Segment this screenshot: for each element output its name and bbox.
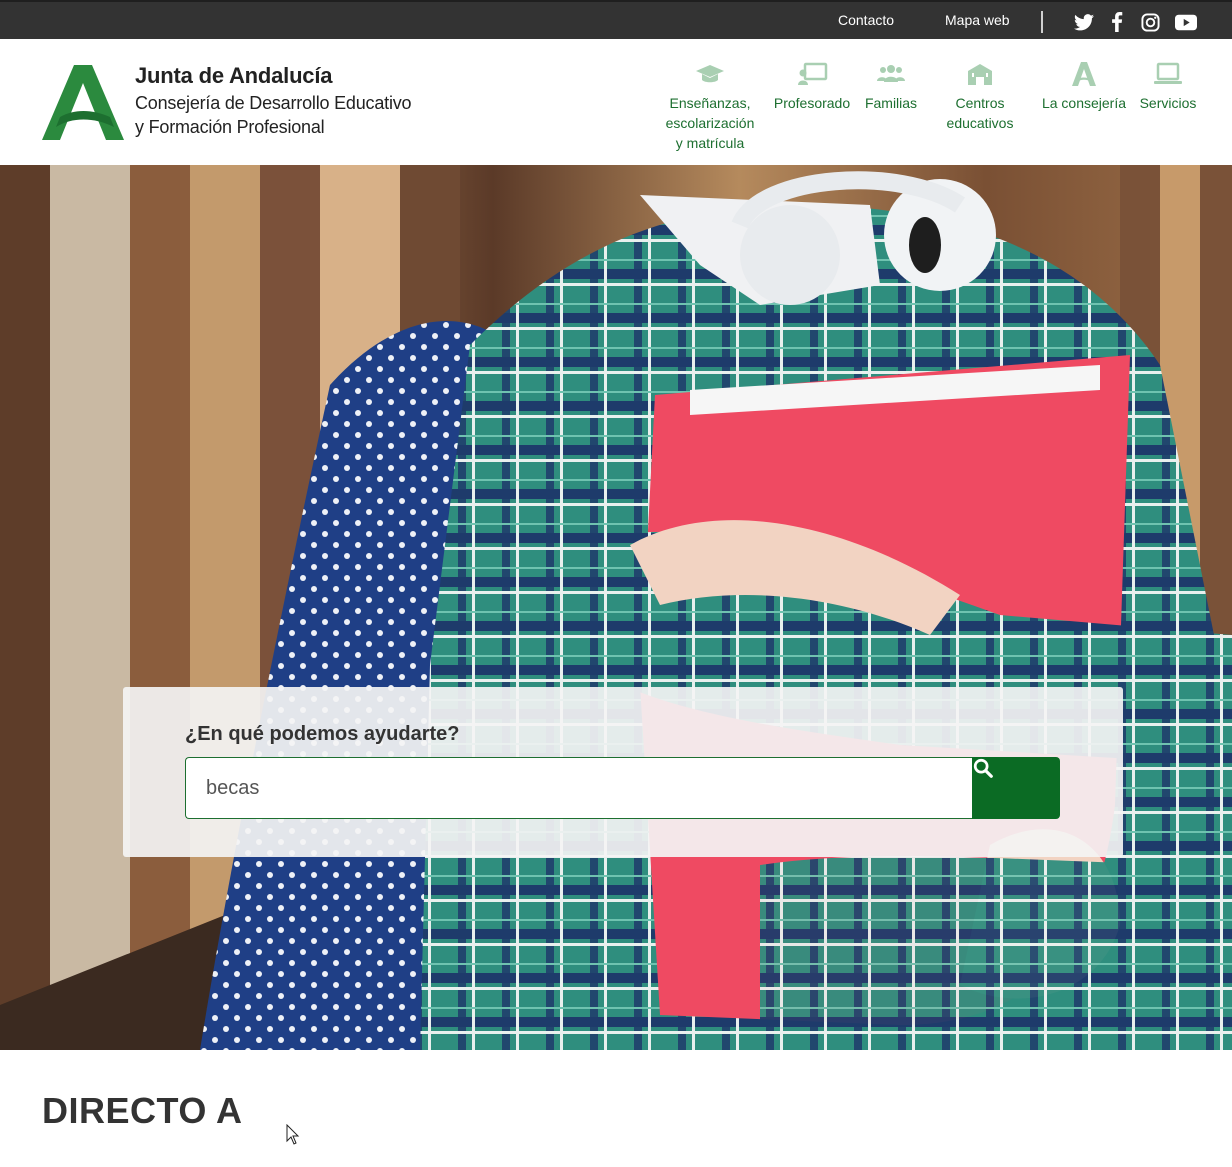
topbar-divider (1041, 11, 1043, 33)
search-question: ¿En qué podemos ayudarte? (185, 723, 460, 745)
nav-item-servicios[interactable]: Servicios (1136, 61, 1200, 113)
nav-item-centros[interactable]: Centros educativos (940, 61, 1020, 133)
search-panel: ¿En qué podemos ayudarte? (123, 687, 1123, 857)
search-input[interactable] (185, 757, 973, 819)
nav-label: Enseñanzas, escolarización y matrícula (665, 95, 755, 151)
twitter-icon[interactable] (1073, 11, 1095, 33)
nav-label: La consejería (1041, 95, 1127, 111)
search-icon (973, 758, 993, 778)
contact-link[interactable]: Contacto (838, 12, 894, 28)
logo-subtitle-line2: y Formación Profesional (135, 117, 325, 137)
teacher-board-icon (798, 62, 828, 85)
laptop-icon (1154, 62, 1182, 84)
nav-label: Servicios (1139, 95, 1197, 111)
nav-item-profesorado[interactable]: Profesorado (770, 61, 854, 113)
sitemap-link[interactable]: Mapa web (945, 12, 1010, 28)
nav-item-consejeria[interactable]: La consejería (1040, 61, 1128, 113)
nav-label: Familias (864, 95, 918, 111)
school-building-icon (968, 64, 992, 85)
andalucia-a-icon (1072, 62, 1096, 86)
logo-title: Junta de Andalucía (135, 63, 333, 88)
nav-item-ensenanzas[interactable]: Enseñanzas, escolarización y matrícula (662, 61, 758, 153)
mouse-cursor-icon (286, 1124, 300, 1145)
nav-item-familias[interactable]: Familias (860, 61, 922, 113)
youtube-icon[interactable] (1175, 11, 1197, 33)
users-icon (877, 65, 905, 82)
facebook-icon[interactable] (1106, 11, 1128, 33)
instagram-icon[interactable] (1139, 11, 1161, 33)
section-title: DIRECTO A (42, 1090, 243, 1131)
site-header: Junta de Andalucía Consejería de Desarro… (0, 39, 1232, 165)
student-photo (0, 165, 1232, 1050)
search-button[interactable] (972, 757, 1060, 819)
hero-banner: ¿En qué podemos ayudarte? (0, 165, 1232, 1050)
junta-andalucia-logo-icon[interactable] (42, 65, 124, 141)
nav-label: Profesorado (773, 95, 851, 111)
nav-label: Centros educativos (946, 95, 1014, 131)
top-utility-bar: Contacto Mapa web (0, 0, 1232, 39)
logo-subtitle-line1: Consejería de Desarrollo Educativo (135, 93, 412, 113)
graduation-cap-icon (696, 65, 724, 83)
